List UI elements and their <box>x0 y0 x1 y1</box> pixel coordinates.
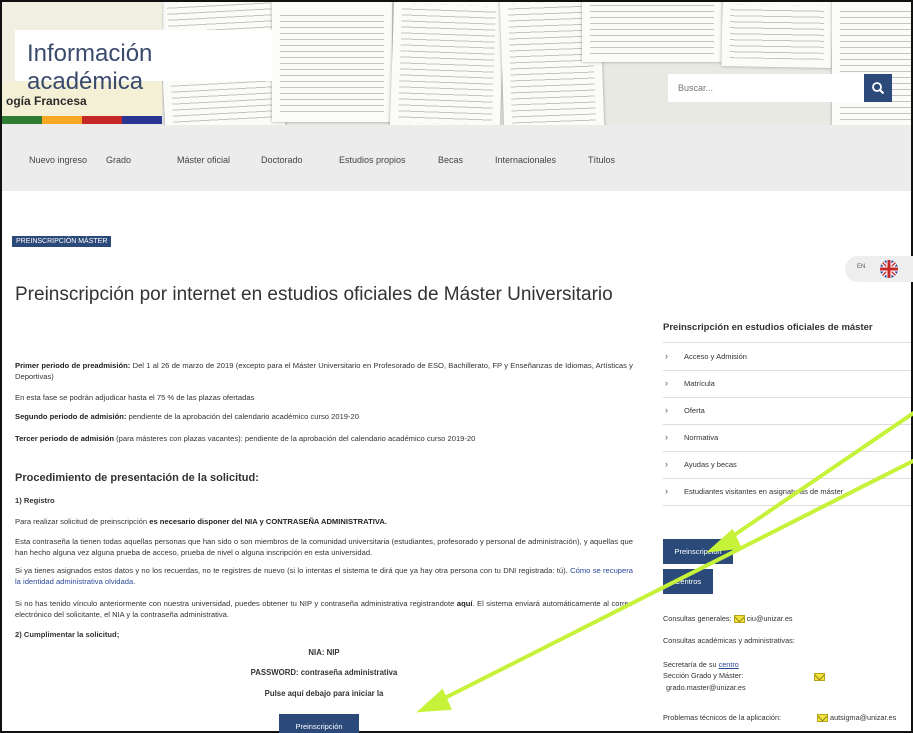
contact-general-label: Consultas generales: <box>663 614 732 623</box>
mail-icon <box>817 714 828 723</box>
nav-item-titulos[interactable]: Títulos <box>588 155 615 165</box>
nia-label: NIA: NIP <box>308 648 340 657</box>
chevron-right-icon: › <box>665 378 668 388</box>
header-banner: ogía Francesa Información académica <box>2 2 911 125</box>
contact-tecnicos-email[interactable]: autsigma@unizar.es <box>830 713 896 722</box>
procedure-heading: Procedimiento de presentación de la soli… <box>15 472 259 484</box>
third-period-label: Tercer periodo de admisión <box>15 434 115 443</box>
sidebar-item-normativa[interactable]: › Normativa <box>663 424 911 451</box>
second-period-text: pendiente de la aprobación del calendari… <box>126 412 360 421</box>
sidebar-preinscripcion-button[interactable]: Preinscripción <box>663 539 733 564</box>
paragraph-second-period: Segundo periodo de admisión: pendiente d… <box>15 411 633 422</box>
nav-item-becas[interactable]: Becas <box>438 155 463 165</box>
contact-general: Consultas generales: ciu@unizar.es <box>663 614 793 624</box>
mail-icon <box>733 615 745 624</box>
paragraph-third-period: Tercer periodo de admisión (para mástere… <box>15 433 633 444</box>
sidebar-item-ayudas[interactable]: › Ayudas y becas <box>663 451 911 478</box>
second-period-label: Segundo periodo de admisión: <box>15 412 127 421</box>
background-paper <box>721 2 833 68</box>
search-input[interactable] <box>668 74 864 102</box>
sidebar-title: Preinscripción en estudios oficiales de … <box>663 322 873 333</box>
third-period-text: (para másteres con plazas vacantes): pen… <box>114 434 476 443</box>
paragraph-registro-intro: Para realizar solicitud de preinscripció… <box>15 516 633 527</box>
chevron-right-icon: › <box>665 351 668 361</box>
recuperar-text: Si ya tienes asignados estos datos y no … <box>15 566 571 575</box>
contact-academic-label: Consultas académicas y administrativas: <box>663 636 795 645</box>
registro-heading: 1) Registro <box>15 496 55 505</box>
centro-link[interactable]: centro <box>719 660 739 669</box>
nav-item-grado[interactable]: Grado <box>106 155 131 165</box>
color-bar <box>122 116 162 124</box>
contact-seccion-email[interactable]: grado.master@unizar.es <box>666 683 746 692</box>
sidebar-item-visitantes[interactable]: › Estudiantes visitantes en asignaturas d… <box>663 478 911 505</box>
section-tag[interactable]: PREINSCRIPCIÓN MÁSTER <box>12 236 112 247</box>
background-paper <box>272 2 392 122</box>
ribbon-text: ogía Francesa <box>6 94 87 108</box>
paragraph-contrasena: Esta contraseña la tienen todas aquellas… <box>15 537 633 557</box>
nav-item-estudios-propios[interactable]: Estudios propios <box>339 155 406 165</box>
password-label: PASSWORD: contraseña administrativa <box>250 668 398 677</box>
search-icon <box>872 82 885 95</box>
language-switch[interactable]: EN <box>845 256 913 282</box>
paragraph-plazas: En esta fase se podrán adjudicar hasta e… <box>15 393 255 402</box>
chevron-right-icon: › <box>665 486 668 496</box>
contact-tecnicos-label: Problemas técnicos de la aplicación: <box>663 713 782 722</box>
chevron-right-icon: › <box>665 405 668 415</box>
color-bar <box>42 116 82 124</box>
first-period-label: Primer periodo de preadmisión: <box>15 361 131 370</box>
chevron-right-icon: › <box>665 459 668 469</box>
search-button[interactable] <box>864 74 892 102</box>
cumplimentar-heading: 2) Cumplimentar la solicitud; <box>15 630 120 639</box>
page-title: Preinscripción por internet en estudios … <box>15 284 613 305</box>
sidebar-item-label: Acceso y Admisión <box>684 352 747 361</box>
sidebar-item-label: Oferta <box>684 406 705 415</box>
search-box <box>668 74 892 102</box>
nav-item-internacionales[interactable]: Internacionales <box>495 155 556 165</box>
site-title: Información académica <box>27 40 153 95</box>
sidebar-item-matricula[interactable]: › Matrícula <box>663 370 911 397</box>
preinscripcion-button[interactable]: Preinscripción <box>279 714 359 733</box>
sidebar-item-label: Ayudas y becas <box>684 460 737 469</box>
nav-item-master-oficial[interactable]: Máster oficial <box>177 155 230 165</box>
sidebar-item-acceso[interactable]: › Acceso y Admisión <box>663 343 911 370</box>
contact-tecnicos-mail: autsigma@unizar.es <box>817 713 896 723</box>
nav-item-nuevo-ingreso[interactable]: Nuevo ingreso <box>29 155 87 165</box>
paragraph-first-period: Primer periodo de preadmisión: Del 1 al … <box>15 360 633 382</box>
sidebar-item-label: Normativa <box>684 433 719 442</box>
color-bar <box>2 116 42 124</box>
chevron-right-icon: › <box>665 432 668 442</box>
sidebar-item-label: Matrícula <box>684 379 715 388</box>
uk-flag-icon <box>880 260 898 278</box>
paragraph-recuperar: Si ya tienes asignados estos datos y no … <box>15 565 633 587</box>
contact-general-email[interactable]: ciu@unizar.es <box>747 614 793 623</box>
color-bar <box>82 116 122 124</box>
contact-seccion-label: Sección Grado y Máster: <box>663 671 744 680</box>
mail-icon <box>814 672 825 682</box>
aqui-link[interactable]: aquí <box>457 599 473 608</box>
nuevo-registro-text-a: Si no has tenido vínculo anteriormente c… <box>15 599 457 608</box>
contact-tecnicos: Problemas técnicos de la aplicación: <box>663 713 781 722</box>
sidebar-item-oferta[interactable]: › Oferta <box>663 397 911 424</box>
sidebar-item-label: Estudiantes visitantes en asignaturas de… <box>684 487 844 496</box>
pulse-label: Pulse aquí debajo para iniciar la <box>264 689 384 698</box>
background-paper <box>389 2 505 125</box>
language-label: EN <box>857 264 866 270</box>
registro-intro-bold: es necesario disponer del NIA y CONTRASE… <box>149 517 387 526</box>
site-title-box: Información académica <box>15 30 272 95</box>
sidebar-centros-button[interactable]: Centros <box>663 569 713 594</box>
secretaria-text: Secretaría de su <box>663 660 719 669</box>
background-paper <box>582 2 722 62</box>
contact-secretaria: Secretaría de su centro <box>663 660 739 669</box>
paragraph-nuevo-registro: Si no has tenido vínculo anteriormente c… <box>15 598 633 620</box>
registro-intro-text: Para realizar solicitud de preinscripció… <box>15 517 150 526</box>
background-paper <box>832 2 911 125</box>
main-nav: Nuevo ingreso Grado Máster oficial Docto… <box>2 125 911 191</box>
divider <box>663 505 911 506</box>
nav-item-doctorado[interactable]: Doctorado <box>261 155 303 165</box>
